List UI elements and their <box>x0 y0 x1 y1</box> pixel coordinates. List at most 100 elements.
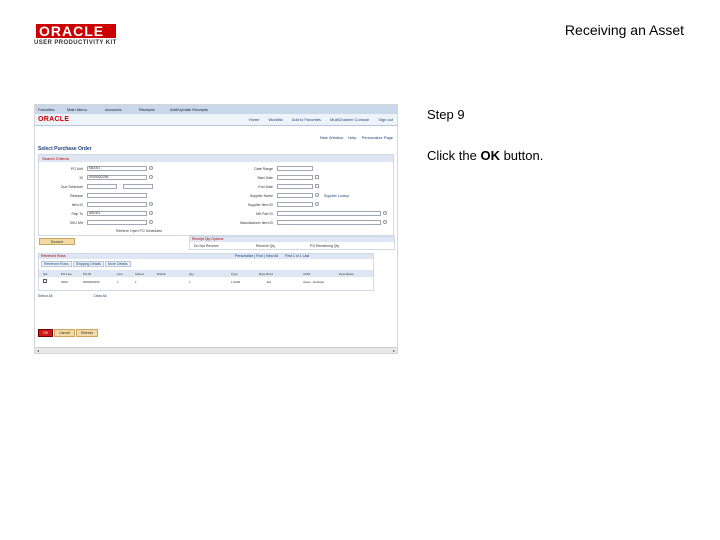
help-link[interactable]: Help <box>348 135 356 140</box>
nav-home[interactable]: Home <box>249 117 260 122</box>
cancel-button[interactable]: Cancel <box>54 329 75 337</box>
supplier-item-id-input[interactable] <box>277 202 313 207</box>
end-date-calendar-icon[interactable] <box>315 184 319 188</box>
clear-all-link[interactable]: Clear All <box>93 294 106 298</box>
tab-more-details[interactable]: More Details <box>105 261 131 267</box>
scroll-left-icon[interactable]: ◂ <box>35 348 41 353</box>
search-button[interactable]: Search <box>39 238 75 245</box>
select-all-link[interactable]: Select All <box>38 294 52 298</box>
mfr-part-id-label: Mfr Part ID <box>256 212 273 216</box>
mfr-part-id-input[interactable] <box>277 211 381 216</box>
supplier-name-label: Supplier Name <box>249 194 273 198</box>
grid-view-all-link[interactable]: View All <box>266 254 278 258</box>
menu-favorites[interactable]: Favorites <box>38 107 54 112</box>
supplier-lookup-link[interactable]: Supplier Lookup <box>324 194 349 198</box>
item-id-input[interactable] <box>87 202 147 207</box>
app-oracle-logo: ORACLE <box>38 116 70 123</box>
oracle-logo-word: ORACLE <box>36 24 116 38</box>
search-criteria-group: Search Criteria PO Unit MD001 ID 0000000… <box>38 154 394 236</box>
cell-rcpt-qty[interactable]: 1,0000 <box>231 280 240 284</box>
po-unit-lookup-icon[interactable] <box>149 166 153 170</box>
grid-column-headers: Sel PO Line PO ID Line Sched Distrib Qty… <box>39 270 373 277</box>
tab-retrieved-rows[interactable]: Retrieved Rows <box>41 261 72 267</box>
grid-last-link[interactable]: Last <box>303 254 310 258</box>
item-id-lookup-icon[interactable] <box>149 202 153 206</box>
radio-do-not-receive[interactable]: Do Not Receive <box>194 244 219 248</box>
sku-mfr-label: SKU Mfr <box>69 221 83 225</box>
col-sel: Sel <box>43 272 48 276</box>
menu-add-update-receipts[interactable]: Add/Update Receipts <box>170 107 208 112</box>
cell-po-line: 0000 <box>61 280 68 284</box>
grid-page-indicator: 1 of 1 <box>292 254 302 258</box>
ok-button[interactable]: OK <box>38 329 54 337</box>
ship-to-input[interactable]: MD001 <box>87 211 147 216</box>
date-range-input[interactable] <box>277 166 313 171</box>
supplier-name-lookup-icon[interactable] <box>315 193 319 197</box>
menu-main-menu[interactable]: Main Menu <box>67 107 87 112</box>
col-description: Description <box>339 272 355 276</box>
menu-receipts[interactable]: Receipts <box>139 107 155 112</box>
scroll-right-icon[interactable]: ▸ <box>391 348 397 353</box>
oracle-upk-logo: ORACLE USER PRODUCTIVITY KIT <box>34 24 126 46</box>
manufacturer-item-id-label: Manufacturer Item ID <box>240 221 273 225</box>
due-schedule-to-input[interactable] <box>123 184 153 189</box>
page-utility-links: New Window Help Personalize Page <box>316 135 393 140</box>
slide: ORACLE USER PRODUCTIVITY KIT Receiving a… <box>0 0 720 540</box>
row-select-checkbox[interactable] <box>43 279 47 283</box>
tab-shipping-details[interactable]: Shipping Details <box>72 261 105 267</box>
radio-po-remaining-qty[interactable]: PO Remaining Qty <box>310 244 339 248</box>
col-rcpt-rcvd: Rcpt Rcvd <box>259 272 273 276</box>
cell-sched: 1 <box>135 280 137 284</box>
nav-multichannel-console[interactable]: MultiChannel Console <box>330 117 369 122</box>
cell-uom: EA <box>267 280 272 284</box>
col-qty: Qty <box>189 272 194 276</box>
sku-mfr-input[interactable] <box>87 220 147 225</box>
nav-add-to-favorites[interactable]: Add to Favorites <box>292 117 321 122</box>
due-schedule-label: Due Schedule <box>61 185 83 189</box>
nav-worklist[interactable]: Worklist <box>269 117 283 122</box>
supplier-name-input[interactable] <box>277 193 313 198</box>
col-uom: UOM <box>303 272 310 276</box>
po-unit-input[interactable]: MD001 <box>87 166 147 171</box>
radio-receive-qty[interactable]: Receive Qty <box>256 244 275 248</box>
receipt-qty-options-header: Receipt Qty Options <box>190 237 394 242</box>
end-date-label: End Date <box>258 185 273 189</box>
page-title: Select Purchase Order <box>38 146 92 152</box>
retrieved-rows-header: Retrieved Rows Personalize | Find | View… <box>39 254 373 259</box>
supplier-item-id-lookup-icon[interactable] <box>315 202 319 206</box>
refresh-button[interactable]: Refresh <box>75 329 99 337</box>
start-date-input[interactable] <box>277 175 313 180</box>
sku-mfr-lookup-icon[interactable] <box>149 220 153 224</box>
search-criteria-header: Search Criteria <box>39 155 393 162</box>
due-schedule-from-input[interactable] <box>87 184 117 189</box>
manufacturer-item-id-lookup-icon[interactable] <box>383 220 387 224</box>
ship-to-lookup-icon[interactable] <box>149 211 153 215</box>
grid-first-link[interactable]: First <box>285 254 292 258</box>
grid-personalize-link[interactable]: Personalize <box>235 254 253 258</box>
col-line: Line <box>117 272 123 276</box>
release-label: Release <box>70 194 83 198</box>
id-input[interactable]: 0000000256 <box>87 175 147 180</box>
nav-sign-out[interactable]: Sign out <box>378 117 393 122</box>
mfr-part-id-lookup-icon[interactable] <box>383 211 387 215</box>
release-input[interactable] <box>87 193 147 198</box>
app-header: ORACLE Home Worklist Add to Favorites Mu… <box>35 114 397 126</box>
menu-accounts[interactable]: Accounts <box>105 107 121 112</box>
horizontal-scrollbar[interactable]: ◂ ▸ <box>35 347 397 353</box>
col-sched: Sched <box>135 272 144 276</box>
personalize-page-link[interactable]: Personalize Page <box>362 135 393 140</box>
ship-to-label: Ship To <box>71 212 83 216</box>
grid-find-link[interactable]: Find <box>256 254 263 258</box>
retrieve-open-po-checkbox[interactable]: Retrieve Open PO Schedules <box>116 229 162 233</box>
select-links: Select All Clear All <box>38 294 106 298</box>
end-date-input[interactable] <box>277 184 313 189</box>
id-label: ID <box>79 176 84 180</box>
manufacturer-item-id-input[interactable] <box>277 220 381 225</box>
app-top-menu-bar: Favorites Main Menu Accounts Receipts Ad… <box>35 105 397 114</box>
id-lookup-icon[interactable] <box>149 175 153 179</box>
retrieved-rows-title: Retrieved Rows <box>41 254 66 258</box>
document-title: Receiving an Asset <box>564 22 684 38</box>
cell-qty: 1 <box>189 280 191 284</box>
start-date-calendar-icon[interactable] <box>315 175 319 179</box>
new-window-link[interactable]: New Window <box>320 135 343 140</box>
